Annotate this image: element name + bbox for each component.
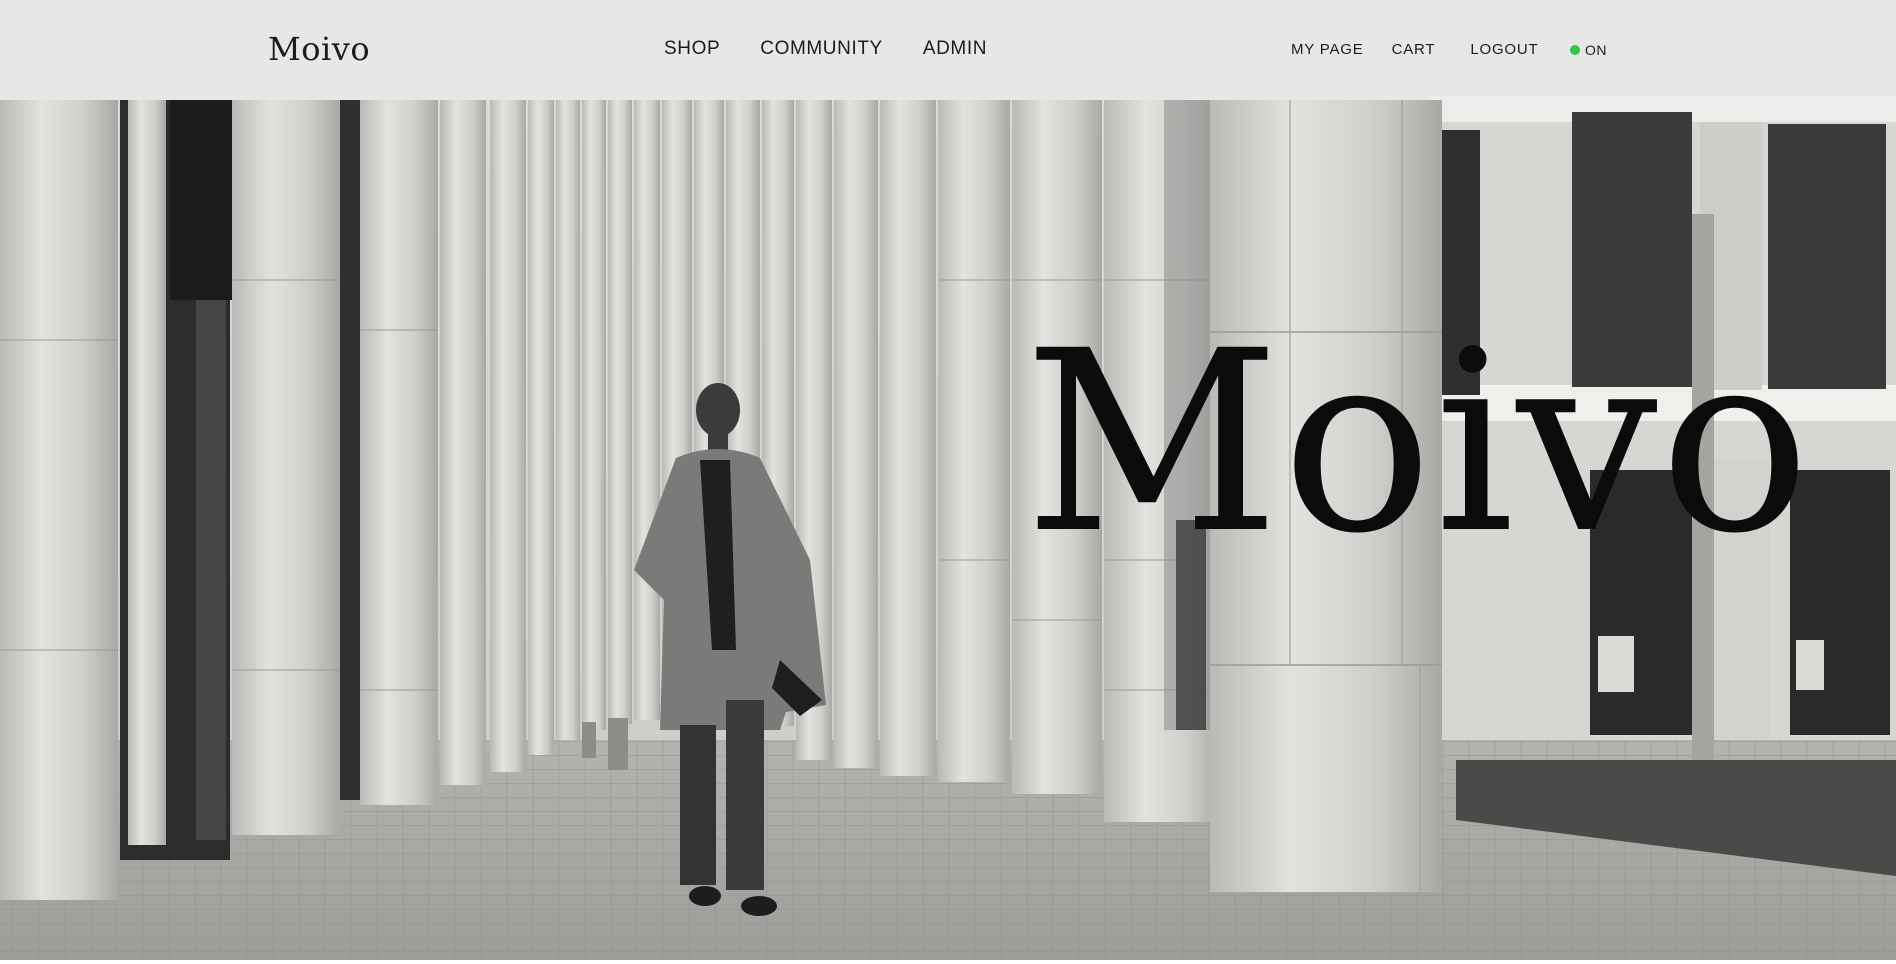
status-indicator: ON [1570,42,1607,58]
page: Moivo SHOP COMMUNITY ADMIN MY PAGE CART … [0,0,1896,964]
cart-link[interactable]: CART [1392,41,1436,58]
nav-link-admin[interactable]: ADMIN [923,38,987,60]
site-logo[interactable]: Moivo [268,30,370,68]
logout-link[interactable]: LOGOUT [1470,41,1538,58]
nav-link-shop[interactable]: SHOP [664,38,720,60]
status-label: ON [1585,42,1607,58]
main-nav: SHOP COMMUNITY ADMIN [664,38,987,60]
bottom-edge [0,960,1896,964]
user-nav: MY PAGE CART LOGOUT [1291,41,1538,58]
status-dot-icon [1570,45,1580,55]
hero-title: Moivo [1024,297,1813,588]
top-navigation-bar: Moivo SHOP COMMUNITY ADMIN MY PAGE CART … [0,0,1896,100]
nav-link-community[interactable]: COMMUNITY [760,38,883,60]
my-page-link[interactable]: MY PAGE [1291,41,1364,58]
